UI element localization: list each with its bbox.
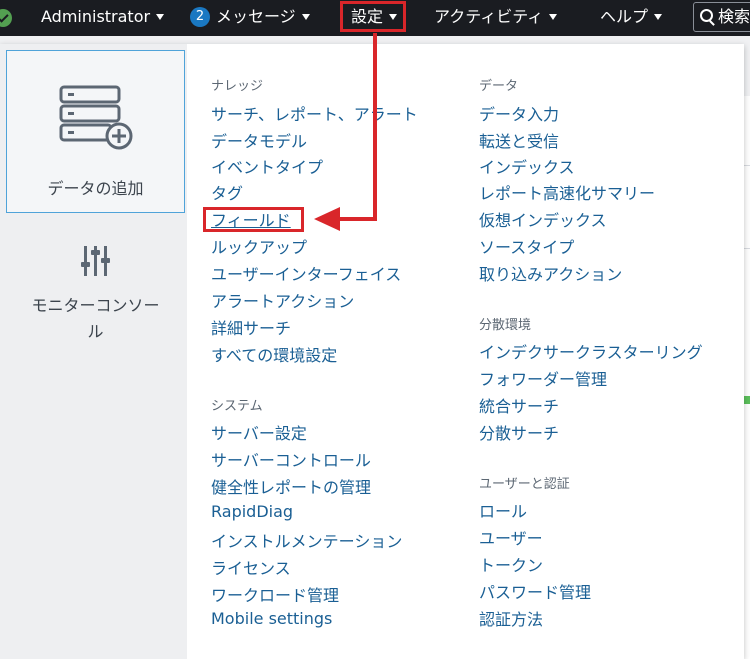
menu-item-all-configurations[interactable]: すべての環境設定	[211, 342, 337, 366]
menu-item-password-management[interactable]: パスワード管理	[479, 579, 591, 603]
menu-item-searches-reports-alerts[interactable]: サーチ、レポート、アラート	[211, 101, 418, 125]
menu-item-alert-actions[interactable]: アラートアクション	[211, 288, 354, 312]
menu-item-distributed-search[interactable]: 分散サーチ	[479, 420, 559, 444]
monitoring-console-label-line1: モニターコンソー	[31, 296, 160, 315]
menu-item-roles[interactable]: ロール	[479, 498, 527, 522]
menu-item-authentication-methods[interactable]: 認証方法	[479, 606, 543, 630]
menu-item-virtual-indexes[interactable]: 仮想インデックス	[479, 207, 607, 231]
caret-down-icon	[156, 13, 165, 20]
menu-item-workload-management[interactable]: ワークロード管理	[211, 582, 339, 606]
top-navigation-bar: Administrator 2 メッセージ 設定 アクティビティ ヘルプ 検索	[0, 0, 750, 36]
sliders-icon	[81, 246, 110, 276]
menu-item-advanced-search[interactable]: 詳細サーチ	[211, 315, 291, 339]
add-data-tile[interactable]: データの追加	[6, 50, 185, 213]
system-heading: システム	[211, 399, 263, 414]
caret-down-icon	[301, 13, 310, 20]
help-menu[interactable]: ヘルプ	[600, 0, 663, 36]
check-icon	[0, 9, 12, 27]
menu-item-instrumentation[interactable]: インストルメンテーション	[211, 528, 402, 552]
settings-highlight-box	[340, 1, 406, 32]
add-data-label: データの追加	[47, 179, 144, 198]
messages-count-badge: 2	[190, 6, 210, 27]
menu-item-forwarder-management[interactable]: フォワーダー管理	[479, 366, 607, 390]
search-label: 検索	[718, 7, 750, 26]
users-auth-heading: ユーザーと認証	[479, 477, 570, 492]
add-data-icon	[59, 85, 133, 150]
background-accent	[744, 396, 750, 404]
activity-menu[interactable]: アクティビティ	[434, 0, 558, 36]
search-icon	[700, 9, 713, 22]
fields-highlight-box	[203, 207, 304, 232]
menu-item-tokens[interactable]: トークン	[479, 552, 543, 576]
menu-item-mobile-settings[interactable]: Mobile settings	[211, 609, 332, 628]
search-button[interactable]: 検索	[693, 2, 750, 32]
menu-item-indexes[interactable]: インデックス	[479, 154, 575, 178]
menu-item-users[interactable]: ユーザー	[479, 525, 543, 549]
menu-item-server-settings[interactable]: サーバー設定	[211, 420, 307, 444]
menu-item-ingest-actions[interactable]: 取り込みアクション	[479, 261, 622, 285]
menu-item-user-interface[interactable]: ユーザーインターフェイス	[211, 261, 401, 285]
administrator-label: Administrator	[41, 7, 151, 26]
menu-item-forwarding-receiving[interactable]: 転送と受信	[479, 128, 559, 152]
menu-item-event-types[interactable]: イベントタイプ	[211, 154, 323, 178]
activity-label: アクティビティ	[434, 7, 544, 26]
menu-item-server-controls[interactable]: サーバーコントロール	[211, 447, 371, 471]
messages-label: メッセージ	[216, 7, 296, 26]
data-heading: データ	[479, 79, 519, 94]
caret-down-icon	[549, 13, 558, 20]
distributed-heading: 分散環境	[479, 318, 532, 333]
help-label: ヘルプ	[600, 7, 649, 26]
knowledge-heading: ナレッジ	[211, 79, 264, 94]
monitoring-console-label-line2: ル	[87, 322, 104, 341]
menu-item-lookups[interactable]: ルックアップ	[211, 234, 307, 258]
menu-item-health-report-manager[interactable]: 健全性レポートの管理	[211, 474, 371, 498]
menu-item-data-inputs[interactable]: データ入力	[479, 101, 559, 125]
menu-item-report-acceleration[interactable]: レポート高速化サマリー	[479, 180, 655, 204]
menu-item-federated-search[interactable]: 統合サーチ	[479, 393, 559, 417]
menu-item-source-types[interactable]: ソースタイプ	[479, 234, 574, 258]
menu-item-licensing[interactable]: ライセンス	[211, 555, 291, 579]
monitoring-console-tile[interactable]: モニターコンソー ル	[6, 232, 185, 362]
administrator-menu[interactable]: Administrator	[41, 0, 165, 36]
menu-item-indexer-clustering[interactable]: インデクサークラスターリング	[479, 339, 703, 363]
menu-item-rapiddiag[interactable]: RapidDiag	[211, 502, 293, 521]
menu-item-tags[interactable]: タグ	[211, 180, 243, 204]
menu-item-data-models[interactable]: データモデル	[211, 128, 307, 152]
caret-down-icon	[654, 13, 663, 20]
messages-menu[interactable]: 2 メッセージ	[190, 0, 310, 36]
